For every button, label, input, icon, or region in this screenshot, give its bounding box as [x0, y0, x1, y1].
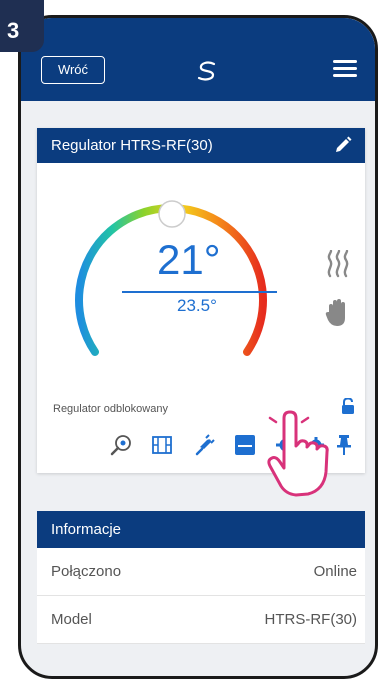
tap-hand-pointer-icon	[267, 410, 329, 497]
set-temperature: 23.5°	[177, 296, 217, 315]
plug-icon[interactable]	[193, 434, 215, 456]
temperature-divider	[122, 291, 277, 293]
info-row-connection: Połączono Online	[37, 548, 365, 596]
info-label: Model	[51, 611, 92, 628]
logo-icon	[197, 61, 216, 81]
schedule-icon[interactable]	[151, 434, 173, 456]
unlocked-icon[interactable]	[341, 398, 355, 414]
edit-icon[interactable]	[333, 135, 353, 155]
back-button[interactable]: Wróć	[41, 56, 105, 84]
card-header: Regulator HTRS-RF(30)	[37, 128, 365, 163]
regulator-title: Regulator HTRS-RF(30)	[51, 137, 213, 154]
manual-mode-hand-icon	[325, 299, 345, 326]
info-row-model: Model HTRS-RF(30)	[37, 596, 365, 644]
info-value: Online	[313, 563, 357, 580]
heating-icon	[327, 250, 349, 278]
search-icon[interactable]	[110, 434, 132, 456]
info-header: Informacje	[37, 511, 365, 548]
display-icon[interactable]	[234, 434, 256, 456]
current-temperature: 21°	[157, 236, 221, 283]
info-value: HTRS-RF(30)	[264, 611, 358, 628]
phone-frame: Wróć Regulator HTRS-RF(30) 21° 23.5° Reg…	[18, 15, 378, 679]
dial-knob	[158, 200, 186, 228]
info-label: Połączono	[51, 563, 122, 580]
step-badge: 3	[0, 0, 44, 52]
regulator-status: Regulator odblokowany	[53, 403, 168, 415]
step-number: 3	[7, 18, 20, 43]
top-bar: Wróć	[21, 18, 375, 101]
menu-icon[interactable]	[333, 60, 357, 78]
